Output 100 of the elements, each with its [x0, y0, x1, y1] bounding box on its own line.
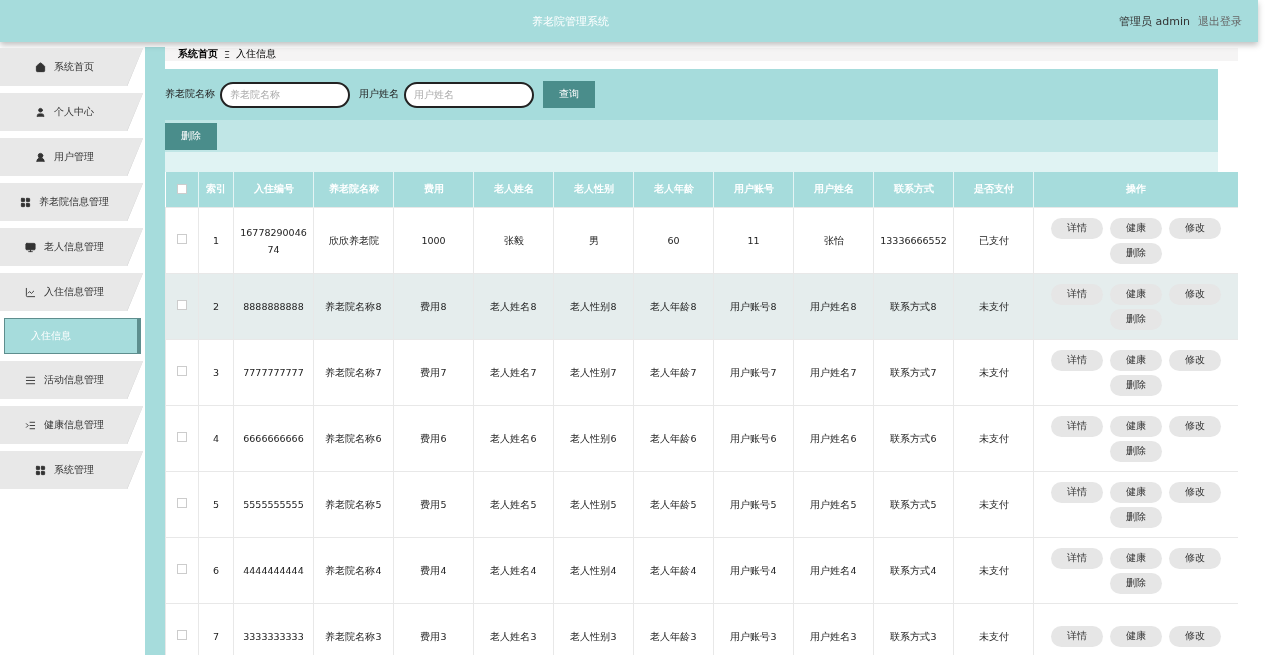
- table-cell: 老人年龄8: [633, 273, 714, 340]
- sidebar-item[interactable]: 系统管理: [0, 451, 143, 489]
- action-button[interactable]: 健康: [1110, 349, 1162, 371]
- delete-button[interactable]: 删除: [165, 122, 217, 150]
- action-button[interactable]: 删除: [1110, 440, 1162, 462]
- sidebar-item[interactable]: 健康信息管理: [0, 406, 143, 444]
- table-cell: 用户账号5: [713, 471, 794, 538]
- sidebar-label: 养老院信息管理: [39, 195, 109, 209]
- action-button[interactable]: 删除: [1110, 572, 1162, 594]
- sidebar-item[interactable]: 用户管理: [0, 138, 143, 176]
- action-button[interactable]: 健康: [1110, 626, 1162, 647]
- action-button[interactable]: 健康: [1110, 415, 1162, 437]
- row-checkbox[interactable]: [177, 366, 187, 376]
- sidebar-item[interactable]: 入住信息管理: [0, 273, 143, 311]
- table-cell: 老人性别5: [553, 471, 634, 538]
- logout-link[interactable]: 退出登录: [1198, 13, 1242, 29]
- action-button[interactable]: 详情: [1051, 283, 1103, 305]
- action-button[interactable]: 健康: [1110, 481, 1162, 503]
- row-checkbox[interactable]: [177, 234, 187, 244]
- search-field[interactable]: 用户姓名: [404, 81, 534, 108]
- action-button[interactable]: 健康: [1110, 217, 1162, 239]
- table-cell: 老人年龄3: [633, 603, 714, 655]
- table-cell: 老人性别3: [553, 603, 634, 655]
- action-button[interactable]: 详情: [1051, 547, 1103, 569]
- table-cell: 养老院名称7: [313, 339, 394, 406]
- action-button[interactable]: 详情: [1051, 415, 1103, 437]
- select-all-checkbox[interactable]: [176, 183, 187, 194]
- column-header: 老人姓名: [473, 172, 554, 208]
- action-button[interactable]: 修改: [1169, 349, 1221, 371]
- user-icon: [35, 106, 46, 118]
- table-cell: 联系方式6: [873, 405, 954, 472]
- breadcrumb-link[interactable]: 系统首页: [178, 48, 218, 61]
- action-button[interactable]: 修改: [1169, 283, 1221, 305]
- table-cell: 3: [198, 339, 234, 406]
- table-cell: 联系方式7: [873, 339, 954, 406]
- column-header: 是否支付: [953, 172, 1034, 208]
- grid-icon: [20, 196, 31, 208]
- search-field[interactable]: 养老院名称: [220, 81, 350, 108]
- field-label: 用户姓名: [359, 88, 399, 101]
- sidebar-item[interactable]: 系统首页: [0, 48, 143, 86]
- action-button[interactable]: 修改: [1169, 415, 1221, 437]
- table-cell: 老人姓名7: [473, 339, 554, 406]
- table-cell: 张毅: [473, 207, 554, 274]
- action-button[interactable]: 修改: [1169, 626, 1221, 647]
- table-cell: 老人年龄4: [633, 537, 714, 604]
- user-icon: [35, 151, 46, 163]
- table-cell: 2: [198, 273, 234, 340]
- sidebar-label: 老人信息管理: [44, 240, 104, 254]
- table-cell: 联系方式5: [873, 471, 954, 538]
- table-cell: 1: [198, 207, 234, 274]
- table-cell: 费用6: [393, 405, 474, 472]
- action-button[interactable]: 修改: [1169, 547, 1221, 569]
- action-button[interactable]: 修改: [1169, 481, 1221, 503]
- action-button[interactable]: 删除: [1110, 374, 1162, 396]
- row-checkbox[interactable]: [177, 300, 187, 310]
- action-button[interactable]: 删除: [1110, 308, 1162, 330]
- table-cell: 老人姓名5: [473, 471, 554, 538]
- action-button[interactable]: 详情: [1051, 626, 1103, 647]
- action-button[interactable]: 详情: [1051, 349, 1103, 371]
- action-button[interactable]: 健康: [1110, 547, 1162, 569]
- table-cell: 8888888888: [233, 273, 314, 340]
- table-cell: 联系方式4: [873, 537, 954, 604]
- table-cell: 老人性别4: [553, 537, 634, 604]
- sidebar-label: 活动信息管理: [44, 373, 104, 387]
- action-button[interactable]: 删除: [1110, 242, 1162, 264]
- row-checkbox[interactable]: [177, 564, 187, 574]
- table-cell: 60: [633, 207, 714, 274]
- list-icon: [25, 419, 36, 431]
- action-button[interactable]: 健康: [1110, 283, 1162, 305]
- table-cell: 4444444444: [233, 537, 314, 604]
- sidebar-item[interactable]: 老人信息管理: [0, 228, 143, 266]
- table-cell: 5555555555: [233, 471, 314, 538]
- search-button[interactable]: 查询: [543, 81, 595, 108]
- table-cell: 未支付: [953, 471, 1034, 538]
- sidebar-label: 健康信息管理: [44, 418, 104, 432]
- column-header: 老人年龄: [633, 172, 714, 208]
- row-checkbox[interactable]: [177, 630, 187, 640]
- row-checkbox[interactable]: [177, 432, 187, 442]
- column-header: 用户账号: [713, 172, 794, 208]
- table-cell: 老人年龄5: [633, 471, 714, 538]
- column-header: 老人性别: [553, 172, 634, 208]
- row-checkbox[interactable]: [177, 498, 187, 508]
- sidebar-label: 个人中心: [54, 105, 94, 119]
- chart-icon: [25, 286, 36, 298]
- sidebar-item[interactable]: 个人中心: [0, 93, 143, 131]
- action-button[interactable]: 详情: [1051, 481, 1103, 503]
- table-cell: 老人姓名4: [473, 537, 554, 604]
- table-cell: 16778290046 74: [233, 207, 314, 274]
- column-header: 养老院名称: [313, 172, 394, 208]
- table-cell: 4: [198, 405, 234, 472]
- sidebar-label: 系统首页: [54, 60, 94, 74]
- action-button[interactable]: 删除: [1110, 506, 1162, 528]
- sidebar-item[interactable]: 养老院信息管理: [0, 183, 143, 221]
- sidebar-item[interactable]: 活动信息管理: [0, 361, 143, 399]
- action-button[interactable]: 修改: [1169, 217, 1221, 239]
- action-button[interactable]: 详情: [1051, 217, 1103, 239]
- table-cell: 养老院名称8: [313, 273, 394, 340]
- table-cell: 养老院名称6: [313, 405, 394, 472]
- table-cell: 联系方式3: [873, 603, 954, 655]
- table-cell: 7: [198, 603, 234, 655]
